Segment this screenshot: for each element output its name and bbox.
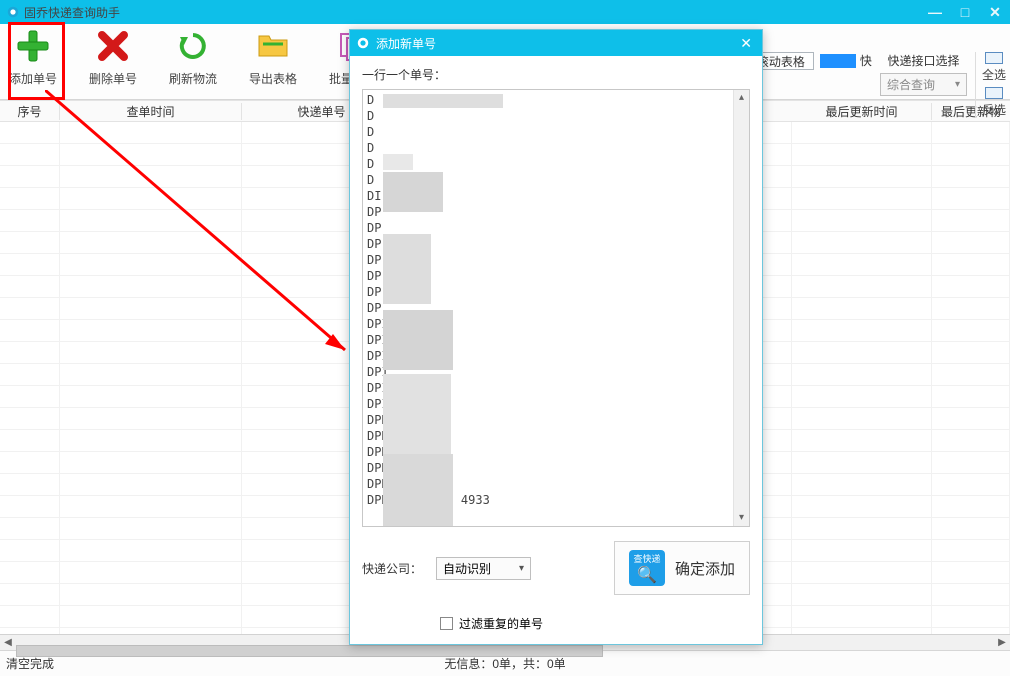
delete-button[interactable]: 删除单号 <box>86 28 140 87</box>
header-time[interactable]: 查单时间 <box>60 103 242 120</box>
refresh-button[interactable]: 刷新物流 <box>166 28 220 87</box>
confirm-add-button[interactable]: 查快递🔍 确定添加 <box>614 541 750 595</box>
header-number[interactable]: 序号 <box>0 103 60 120</box>
speed-bar: 快 <box>820 52 872 69</box>
invert-select-button[interactable]: 反选 <box>982 87 1006 118</box>
scroll-left-icon[interactable]: ◀ <box>0 637 16 648</box>
x-icon <box>98 31 128 61</box>
modal-icon <box>356 36 370 50</box>
minimize-button[interactable]: — <box>920 4 950 21</box>
modal-hint: 一行一个单号： <box>362 66 750 83</box>
interface-select[interactable]: 综合查询 ▾ <box>880 73 967 96</box>
textarea-scrollbar[interactable]: ▴ ▾ <box>733 90 749 526</box>
maximize-button[interactable]: □ <box>950 4 980 21</box>
filter-duplicate-label: 过滤重复的单号 <box>459 615 543 632</box>
add-tracking-modal: 添加新单号 ✕ 一行一个单号： D D D D D D DI DP DP DP … <box>349 29 763 645</box>
tracking-textarea[interactable]: D D D D D D DI DP DP DP DP DP DP DP DPI … <box>362 89 750 527</box>
plus-icon <box>16 29 50 63</box>
titlebar: 固乔快递查询助手 — □ ✕ <box>0 0 1010 24</box>
filter-duplicate-checkbox[interactable] <box>440 617 453 630</box>
status-left: 清空完成 <box>6 655 339 672</box>
status-mid: 无信息：0单，共：0单 <box>339 655 672 672</box>
company-label: 快递公司： <box>362 560 422 577</box>
company-select[interactable]: 自动识别 ▾ <box>436 557 531 580</box>
scroll-up-icon[interactable]: ▴ <box>739 90 744 106</box>
modal-close-button[interactable]: ✕ <box>736 35 756 52</box>
refresh-icon <box>178 31 208 61</box>
add-button[interactable]: 添加单号 <box>6 28 60 87</box>
close-button[interactable]: ✕ <box>980 4 1010 21</box>
blur-overlay <box>383 94 533 527</box>
chevron-down-icon: ▾ <box>955 79 960 90</box>
scroll-down-icon[interactable]: ▾ <box>739 510 744 526</box>
export-button[interactable]: 导出表格 <box>246 28 300 87</box>
search-express-icon: 查快递🔍 <box>629 550 665 586</box>
select-all-button[interactable]: 全选 <box>982 52 1006 83</box>
folder-icon <box>257 32 289 60</box>
scrollbar-thumb[interactable] <box>16 645 603 657</box>
interface-title: 快递接口选择 <box>887 52 959 69</box>
scroll-right-icon[interactable]: ▶ <box>994 637 1010 648</box>
modal-titlebar[interactable]: 添加新单号 ✕ <box>350 30 762 56</box>
app-icon <box>6 5 20 19</box>
chevron-down-icon: ▾ <box>519 563 524 574</box>
titlebar-title: 固乔快递查询助手 <box>24 4 920 21</box>
